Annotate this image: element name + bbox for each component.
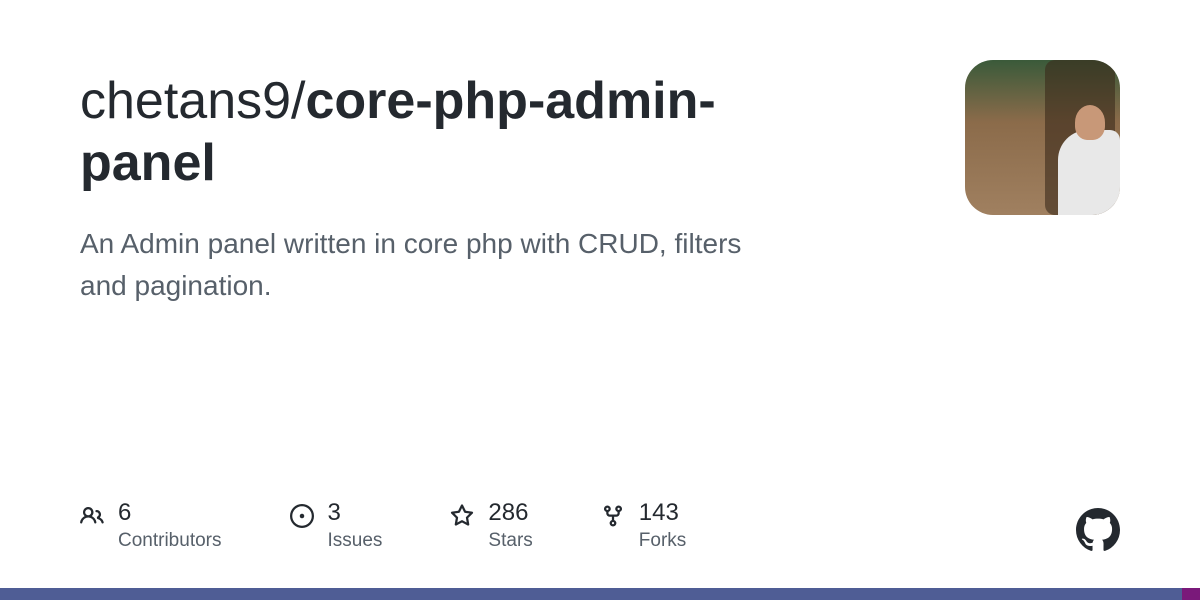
avatar-placeholder	[1075, 105, 1105, 140]
stat-contributors[interactable]: 6 Contributors	[80, 500, 222, 552]
github-logo-icon[interactable]	[1076, 508, 1120, 552]
repo-title[interactable]: chetans9/core-php-admin-panel	[80, 70, 800, 195]
language-bar	[0, 588, 1200, 600]
stat-value: 143	[639, 500, 687, 526]
repo-card: chetans9/core-php-admin-panel An Admin p…	[0, 0, 1200, 600]
owner-avatar[interactable]	[965, 60, 1120, 215]
stat-label: Contributors	[118, 530, 222, 552]
stat-value: 3	[328, 500, 383, 526]
stat-value: 286	[488, 500, 532, 526]
issue-icon	[290, 504, 314, 528]
owner-name: chetans9	[80, 72, 291, 130]
stat-label: Forks	[639, 530, 687, 552]
stat-stars[interactable]: 286 Stars	[450, 500, 532, 552]
stat-label: Stars	[488, 530, 532, 552]
repo-description: An Admin panel written in core php with …	[80, 223, 780, 307]
people-icon	[80, 504, 104, 528]
stat-value: 6	[118, 500, 222, 526]
stat-issues[interactable]: 3 Issues	[290, 500, 383, 552]
fork-icon	[601, 504, 625, 528]
stats-row: 6 Contributors 3 Issues 286 Stars	[80, 500, 686, 552]
slash: /	[291, 72, 305, 130]
star-icon	[450, 504, 474, 528]
stat-label: Issues	[328, 530, 383, 552]
stat-forks[interactable]: 143 Forks	[601, 500, 687, 552]
